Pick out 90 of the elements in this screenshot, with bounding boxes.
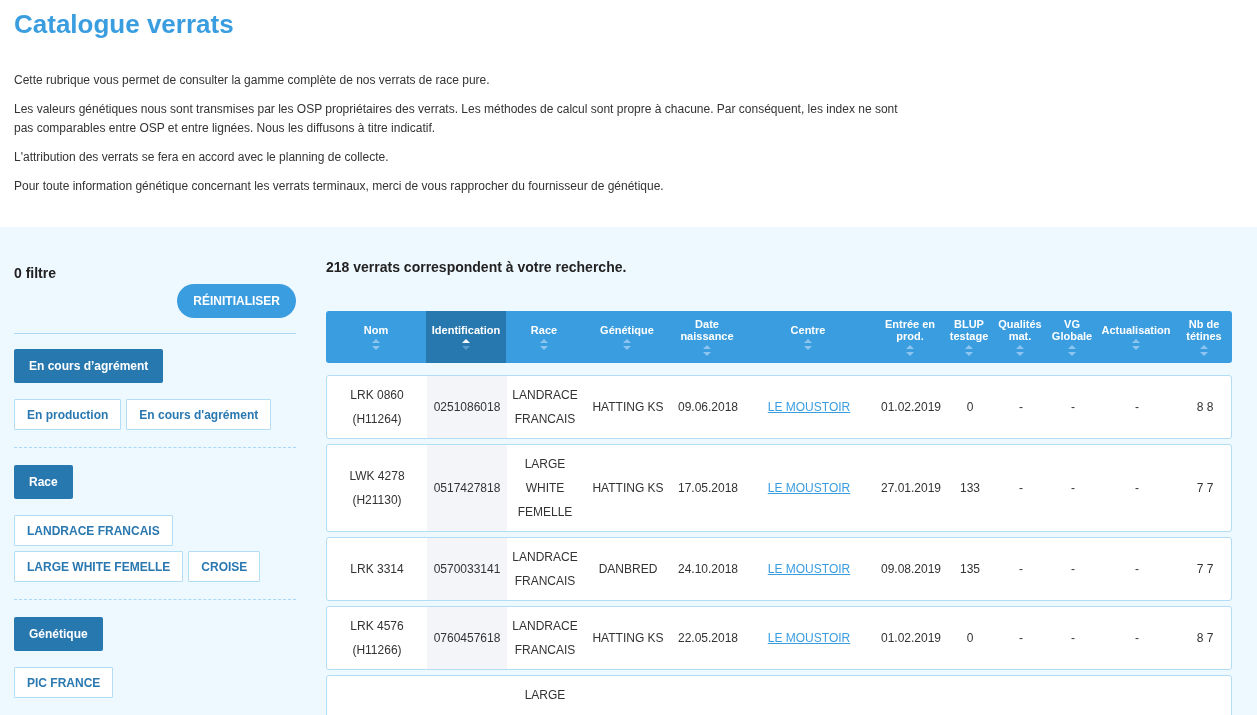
sort-icon xyxy=(1200,345,1208,356)
column-header[interactable]: Nom xyxy=(326,311,426,363)
table-cell-text: - xyxy=(1071,399,1075,416)
table-cell-text: 135 xyxy=(960,561,980,578)
table-cell-text: 09.08.2019 xyxy=(880,561,942,578)
filter-option[interactable]: En cours d'agrément xyxy=(126,399,272,430)
column-header[interactable]: Race xyxy=(506,311,582,363)
table-cell-text: 24.10.2018 xyxy=(677,561,739,578)
table-cell-text: LRK 0860 (H11264) xyxy=(349,387,405,428)
table-cell-text: 17.05.2018 xyxy=(677,480,739,497)
table-cell-text: 0517427818 xyxy=(433,480,501,497)
sort-icon xyxy=(1068,345,1076,356)
intro-paragraph: Les valeurs génétiques nous sont transmises par les OSP propriétaires des verrats. Les méthodes de calcul sont propre à chacune. Par conséquent, les index ne sont pas comparables entre OSP et entre lignées. Nous les diffusons à titre indicatif. xyxy=(14,101,899,137)
table-cell-text: - xyxy=(1071,630,1075,647)
table-cell-text: HATTING KS xyxy=(592,630,664,647)
table-cell-text: LANDRACE FRANCAIS xyxy=(511,618,579,659)
centre-link[interactable]: LE MOUSTOIR xyxy=(767,476,851,500)
centre-link[interactable]: LE MOUSTOIR xyxy=(767,626,851,650)
table-cell-text: 27.01.2019 xyxy=(880,480,942,497)
column-header[interactable]: Date naissance xyxy=(672,311,742,363)
table-cell-text: LWK 4278 (H21130) xyxy=(348,468,406,509)
column-header[interactable]: Qualités mat. xyxy=(992,311,1048,363)
column-header[interactable]: Centre xyxy=(742,311,874,363)
results-summary: 218 verrats correspondent à votre recherche. xyxy=(326,259,627,275)
column-header[interactable]: Génétique xyxy=(582,311,672,363)
table-cell-text: 7 7 xyxy=(1196,480,1214,497)
table-cell-text: LRK 4576 (H11266) xyxy=(349,618,405,659)
filter-option[interactable]: En production xyxy=(14,399,122,430)
filter-group-button[interactable]: Race xyxy=(14,465,73,499)
table-cell-text: 09.06.2018 xyxy=(677,399,739,416)
sort-icon xyxy=(906,345,914,356)
intro-paragraph: L'attribution des verrats se fera en accord avec le planning de collecte. xyxy=(14,149,390,166)
centre-link[interactable]: LE MOUSTOIR xyxy=(767,557,851,581)
table-cell-text: 01.02.2019 xyxy=(880,399,942,416)
table-cell-text: - xyxy=(1019,561,1023,578)
table-cell-text: HATTING KS xyxy=(592,480,664,497)
table-cell-text: 01.02.2019 xyxy=(880,630,942,647)
page-title: Catalogue verrats xyxy=(14,8,235,41)
table-cell-text: LANDRACE FRANCAIS xyxy=(511,387,579,428)
table-cell-text: - xyxy=(1135,480,1139,497)
column-header[interactable]: Entrée en prod. xyxy=(874,311,946,363)
table-cell-text: 7 7 xyxy=(1196,561,1214,578)
filter-option[interactable]: LARGE WHITE FEMELLE xyxy=(14,551,184,582)
sort-icon xyxy=(540,339,548,350)
table-cell-text: 0251086018 xyxy=(433,399,501,416)
filter-count: 0 filtre xyxy=(14,265,57,281)
table-cell-text: - xyxy=(1071,480,1075,497)
table-cell-text: HATTING KS xyxy=(592,399,664,416)
filter-group-button[interactable]: En cours d’agrément xyxy=(14,349,164,383)
sort-icon xyxy=(1016,345,1024,356)
table-cell-text: DANBRED xyxy=(598,561,658,578)
reset-button[interactable]: RÉINITIALISER xyxy=(177,284,296,318)
sort-icon xyxy=(623,339,631,350)
table-cell-text: - xyxy=(1135,399,1139,416)
table-cell-text: 133 xyxy=(960,480,980,497)
column-header[interactable]: Nb de tétines xyxy=(1176,311,1232,363)
table-cell-text: - xyxy=(1019,630,1023,647)
sort-icon xyxy=(372,339,380,350)
table-cell-text: 8 8 xyxy=(1196,399,1214,416)
table-cell-text: LARGE WHITE FEMELLE xyxy=(516,456,574,521)
table-cell-text: LRK 3314 xyxy=(350,561,404,578)
intro-paragraph: Cette rubrique vous permet de consulter la gamme complète de nos verrats de race pure. xyxy=(14,72,491,89)
column-header[interactable]: Identification xyxy=(426,311,506,363)
column-header[interactable]: VG Globale xyxy=(1048,311,1096,363)
sort-icon xyxy=(703,345,711,356)
table-cell-text: 22.05.2018 xyxy=(677,630,739,647)
filter-option[interactable]: LANDRACE FRANCAIS xyxy=(14,515,173,546)
table-cell-text: 8 7 xyxy=(1196,630,1214,647)
centre-link[interactable]: LE MOUSTOIR xyxy=(767,395,851,419)
table-cell-text: 0570033141 xyxy=(433,561,501,578)
column-header[interactable]: Actualisation xyxy=(1096,311,1176,363)
table-cell-text: LARGE xyxy=(524,687,566,704)
table-cell-text: LANDRACE FRANCAIS xyxy=(511,549,579,590)
filter-option[interactable]: CROISE xyxy=(188,551,261,582)
sort-icon xyxy=(462,339,470,350)
filter-option[interactable]: PIC FRANCE xyxy=(14,667,114,698)
table-cell-text: - xyxy=(1135,561,1139,578)
table-cell-text: - xyxy=(1019,480,1023,497)
sort-icon xyxy=(965,345,973,356)
table-cell-text: - xyxy=(1071,561,1075,578)
filter-group-button[interactable]: Génétique xyxy=(14,617,103,651)
table-cell-text: - xyxy=(1135,630,1139,647)
sort-icon xyxy=(1132,339,1140,350)
intro-paragraph: Pour toute information génétique concernant les verrats terminaux, merci de vous rapprocher du fournisseur de génétique. xyxy=(14,178,665,195)
column-header[interactable]: BLUP testage xyxy=(946,311,992,363)
table-cell-text: 0 xyxy=(966,630,974,647)
table-cell-text: 0 xyxy=(966,399,974,416)
sort-icon xyxy=(804,339,812,350)
table-cell-text: 0760457618 xyxy=(433,630,501,647)
table-cell-text: - xyxy=(1019,399,1023,416)
